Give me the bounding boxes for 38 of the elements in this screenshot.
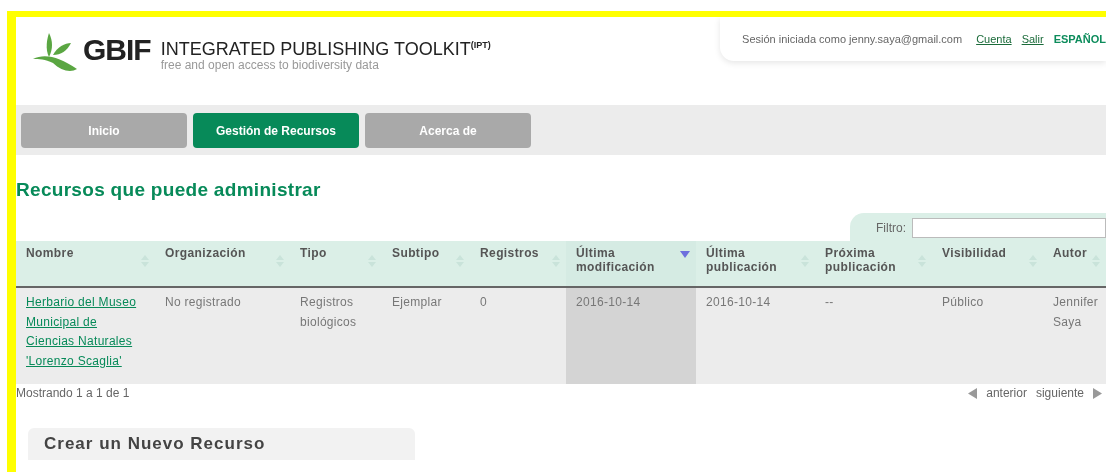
app-title: INTEGRATED PUBLISHING TOOLKIT$^{(IPT)}$ bbox=[160, 38, 491, 59]
previous-link[interactable]: anterior bbox=[986, 386, 1027, 400]
column-header[interactable]: Nombre bbox=[16, 241, 155, 287]
table-cell: Público bbox=[942, 295, 984, 309]
column-header[interactable]: Última modificación bbox=[566, 241, 696, 287]
account-link[interactable]: Cuenta bbox=[976, 33, 1012, 45]
column-header[interactable]: Visibilidad bbox=[932, 241, 1043, 287]
table-cell: Registros biológicos bbox=[300, 295, 357, 329]
sort-descending-icon bbox=[680, 251, 690, 258]
table-cell: 2016-10-14 bbox=[706, 295, 771, 309]
page-heading: Recursos que puede administrar bbox=[16, 179, 322, 201]
column-header[interactable]: Tipo bbox=[290, 241, 382, 287]
column-header[interactable]: Organización bbox=[155, 241, 290, 287]
filter-label: Filtro: bbox=[876, 221, 906, 235]
next-arrow-icon[interactable] bbox=[1093, 387, 1102, 399]
table-info: Mostrando 1 a 1 de 1 bbox=[16, 386, 130, 400]
table-cell: No registrado bbox=[165, 295, 241, 309]
table-cell: Jennifer Saya bbox=[1053, 295, 1099, 329]
table-cell: 0 bbox=[480, 295, 487, 309]
nav-tab[interactable]: Gestión de Recursos bbox=[193, 113, 359, 148]
language-link[interactable]: ESPAÑOL bbox=[1053, 33, 1106, 45]
filter-input[interactable] bbox=[912, 218, 1106, 238]
account-link[interactable]: Salir bbox=[1021, 33, 1044, 45]
table-cell: 2016-10-14 bbox=[576, 295, 641, 309]
section-heading: Crear un Nuevo Recurso bbox=[44, 434, 266, 453]
next-link[interactable]: siguiente bbox=[1035, 386, 1084, 400]
column-header[interactable]: Última publicación bbox=[696, 241, 815, 287]
column-header[interactable]: Subtipo bbox=[382, 241, 470, 287]
brand-name: GBIF bbox=[83, 33, 151, 67]
table-cell: Ejemplar bbox=[392, 295, 442, 309]
tagline: free and open access to biodiversity data bbox=[160, 59, 380, 72]
session-text: Sesión iniciada como jenny.saya@gmail.com bbox=[742, 33, 963, 45]
leaf-logo-icon bbox=[31, 31, 79, 73]
table-cell: -- bbox=[825, 295, 834, 309]
column-header[interactable]: Próxima publicación bbox=[815, 241, 932, 287]
column-header[interactable]: Autor bbox=[1043, 241, 1106, 287]
column-header[interactable]: Registros bbox=[470, 241, 566, 287]
previous-arrow-icon[interactable] bbox=[968, 387, 978, 399]
